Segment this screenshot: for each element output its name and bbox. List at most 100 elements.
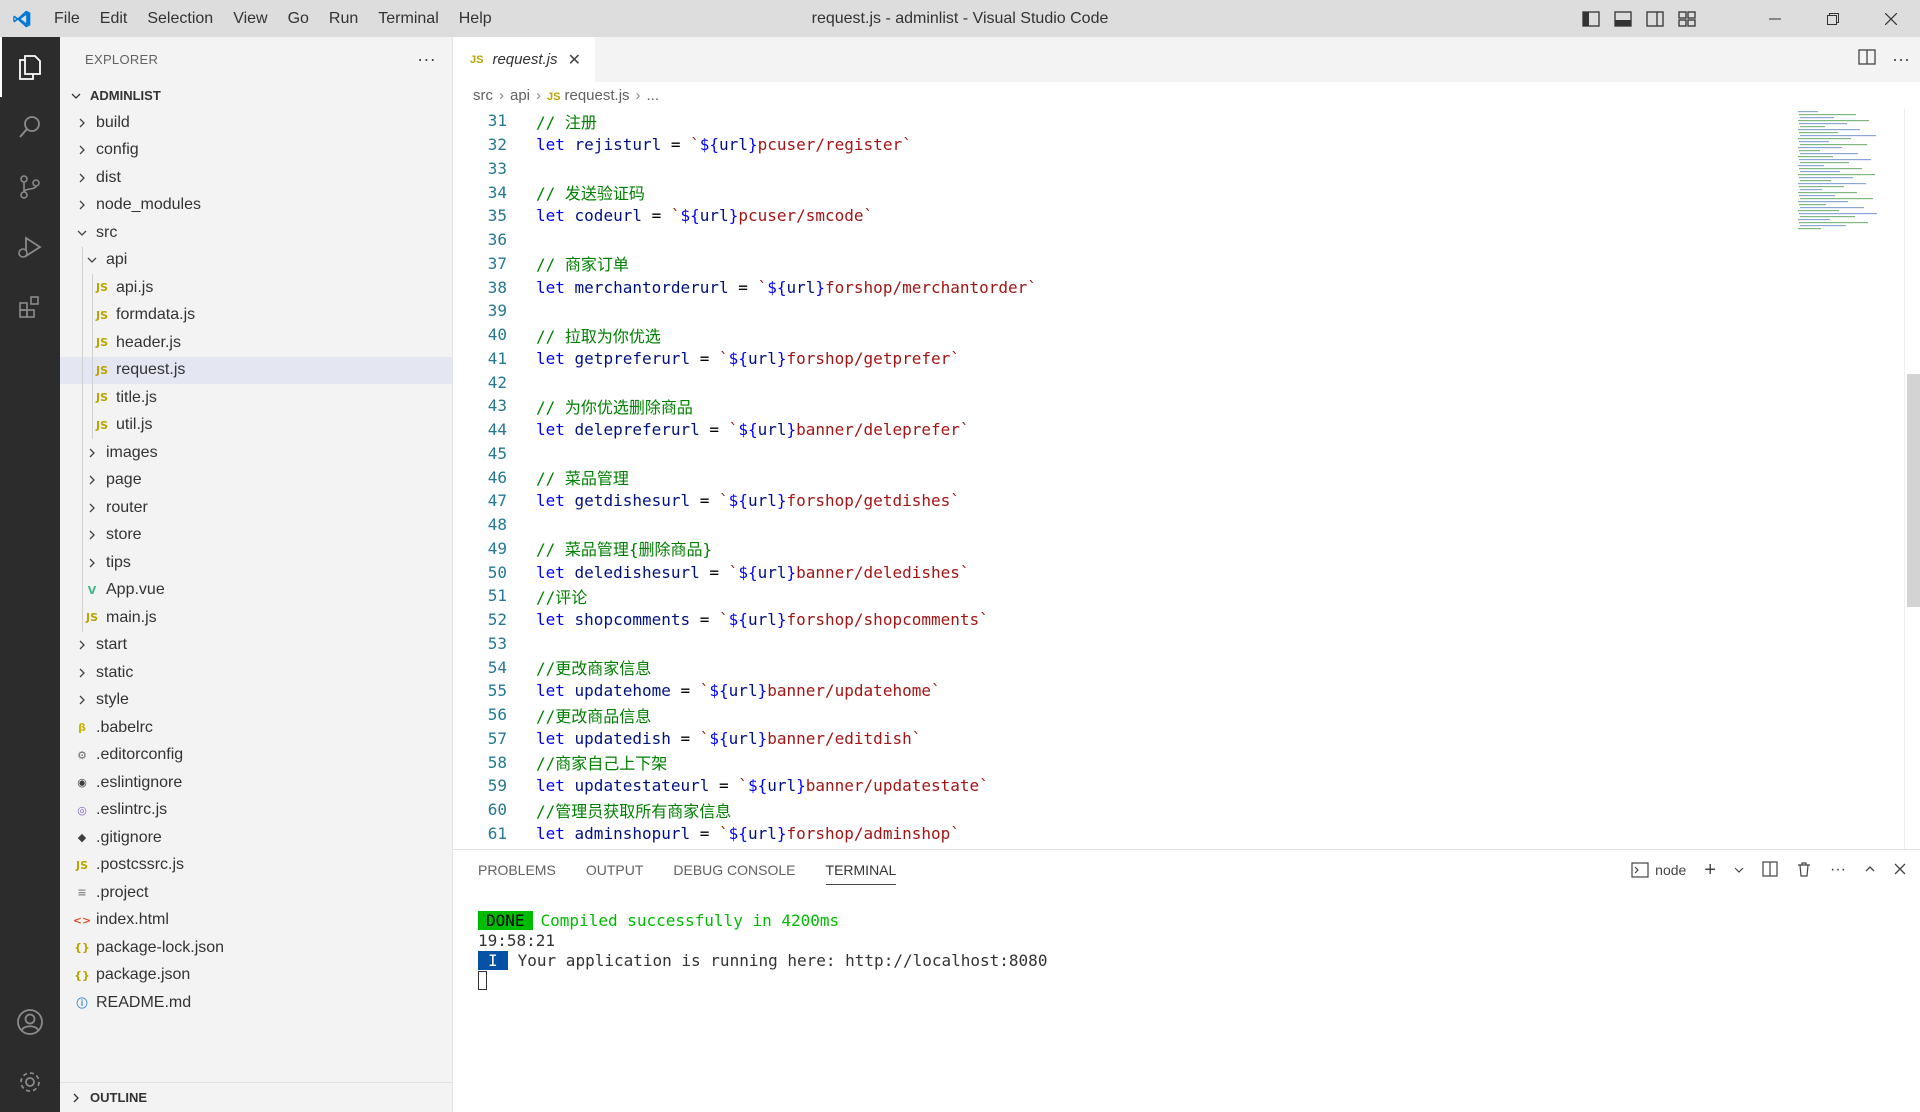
menu-terminal[interactable]: Terminal [368, 0, 448, 37]
terminal-instance[interactable]: node [1631, 862, 1686, 878]
breadcrumb-item[interactable]: src [473, 87, 493, 104]
outline-section[interactable]: OUTLINE [60, 1082, 452, 1112]
file-item[interactable]: JS header.js [60, 329, 452, 357]
chevron-down-icon[interactable] [1734, 862, 1744, 878]
minimap-line [1800, 189, 1822, 191]
file-item[interactable]: {} package-lock.json [60, 934, 452, 962]
breadcrumb-item[interactable]: JS request.js [547, 87, 630, 104]
restore-icon[interactable] [1804, 0, 1862, 37]
menu-go[interactable]: Go [278, 0, 319, 37]
editor-scrollbar[interactable] [1904, 109, 1920, 849]
terminal-output[interactable]: DONE Compiled successfully in 4200ms 19:… [478, 910, 1047, 990]
menu-view[interactable]: View [223, 0, 277, 37]
new-terminal-icon[interactable]: + [1704, 859, 1716, 882]
more-actions-icon[interactable]: ··· [1830, 861, 1846, 879]
close-panel-icon[interactable] [1894, 862, 1906, 878]
folder-item[interactable]: node_modules [60, 192, 452, 220]
file-item[interactable]: JS title.js [60, 384, 452, 412]
file-item[interactable]: JS formdata.js [60, 301, 452, 329]
file-item[interactable]: V App.vue [60, 576, 452, 604]
menu-help[interactable]: Help [449, 0, 502, 37]
run-and-debug-icon[interactable] [0, 217, 60, 277]
file-item[interactable]: ⚙ .editorconfig [60, 742, 452, 770]
breadcrumb-item[interactable]: ... [647, 87, 660, 104]
chevron-right-icon: › [499, 87, 504, 104]
code-line: 47 let getdishesurl = `${url}forshop/getd… [453, 489, 1893, 513]
minimap-line [1798, 120, 1869, 122]
code-token: ` [709, 491, 729, 511]
folder-item[interactable]: page [60, 466, 452, 494]
panel-tab-debug-console[interactable]: DEBUG CONSOLE [673, 862, 795, 878]
file-item[interactable]: β .babelrc [60, 714, 452, 742]
tab-request-js[interactable]: JS request.js ✕ [453, 37, 595, 82]
folder-item[interactable]: store [60, 521, 452, 549]
menu-run[interactable]: Run [319, 0, 368, 37]
panel-tab-terminal[interactable]: TERMINAL [825, 862, 897, 885]
file-item[interactable]: <> index.html [60, 907, 452, 935]
breadcrumb-item[interactable]: api [510, 87, 530, 104]
file-item[interactable]: JS api.js [60, 274, 452, 302]
code-token: codeurl [564, 206, 652, 226]
vscode-logo-icon [0, 0, 44, 37]
file-item[interactable]: JS request.js [60, 356, 452, 384]
workspace-root[interactable]: ADMINLIST [60, 82, 452, 109]
window-controls [1746, 0, 1920, 37]
close-icon[interactable] [1862, 0, 1920, 37]
explorer-icon[interactable] [0, 37, 60, 97]
panel-tab-problems[interactable]: PROBLEMS [478, 862, 556, 878]
folder-item[interactable]: tips [60, 549, 452, 577]
accounts-icon[interactable] [0, 992, 60, 1052]
folder-item[interactable]: start [60, 632, 452, 660]
menu-edit[interactable]: Edit [90, 0, 138, 37]
minimap-line [1800, 216, 1855, 218]
file-item[interactable]: ⓘ README.md [60, 989, 452, 1017]
toggle-primary-sidebar-icon[interactable] [1580, 8, 1602, 30]
file-item[interactable]: {} package.json [60, 962, 452, 990]
folder-item[interactable]: router [60, 494, 452, 522]
minimize-icon[interactable] [1746, 0, 1804, 37]
code-token: = [680, 728, 691, 748]
more-actions-icon[interactable]: ··· [417, 49, 436, 70]
file-item[interactable]: JS main.js [60, 604, 452, 632]
close-tab-icon[interactable]: ✕ [568, 50, 581, 70]
kill-terminal-trash-icon[interactable] [1796, 861, 1812, 880]
file-item[interactable]: ◆ .gitignore [60, 824, 452, 852]
manage-gear-icon[interactable] [0, 1052, 60, 1112]
code-token: banner/updatehome` [767, 681, 941, 701]
folder-item[interactable]: build [60, 109, 452, 137]
folder-item[interactable]: api [60, 246, 452, 274]
file-item[interactable]: ◉ .eslintignore [60, 769, 452, 797]
folder-item[interactable]: config [60, 137, 452, 165]
more-actions-icon[interactable]: ··· [1892, 49, 1910, 70]
code-line: 32 let rejisturl = `${url}pcuser/register… [453, 133, 1893, 157]
extensions-icon[interactable] [0, 277, 60, 337]
minimap-line [1799, 159, 1871, 161]
toggle-secondary-sidebar-icon[interactable] [1644, 8, 1666, 30]
folder-item[interactable]: static [60, 659, 452, 687]
file-item[interactable]: JS .postcssrc.js [60, 852, 452, 880]
source-control-icon[interactable] [0, 157, 60, 217]
menu-file[interactable]: File [44, 0, 90, 37]
file-item[interactable]: JS util.js [60, 411, 452, 439]
code-token: = [699, 823, 710, 843]
toggle-panel-icon[interactable] [1612, 8, 1634, 30]
minimap[interactable] [1794, 109, 1904, 849]
file-item[interactable]: ◎ .eslintrc.js [60, 797, 452, 825]
customize-layout-icon[interactable] [1676, 8, 1698, 30]
menu-selection[interactable]: Selection [137, 0, 223, 37]
tree-item-label: package-lock.json [96, 938, 225, 956]
folder-item[interactable]: src [60, 219, 452, 247]
maximize-panel-chevron-up-icon[interactable] [1864, 862, 1876, 878]
line-number: 31 [487, 111, 507, 131]
scrollbar-thumb[interactable] [1907, 374, 1920, 607]
folder-item[interactable]: images [60, 439, 452, 467]
code-editor[interactable]: 31// 注册 32 let rejisturl = `${url}pcuser/r… [453, 109, 1893, 849]
folder-item[interactable]: dist [60, 164, 452, 192]
minimap-line [1798, 201, 1848, 203]
panel-tab-output[interactable]: OUTPUT [586, 862, 644, 878]
split-terminal-icon[interactable] [1762, 860, 1778, 880]
folder-item[interactable]: style [60, 687, 452, 715]
search-icon[interactable] [0, 97, 60, 157]
split-editor-icon[interactable] [1858, 49, 1876, 70]
file-item[interactable]: ≡ .project [60, 879, 452, 907]
